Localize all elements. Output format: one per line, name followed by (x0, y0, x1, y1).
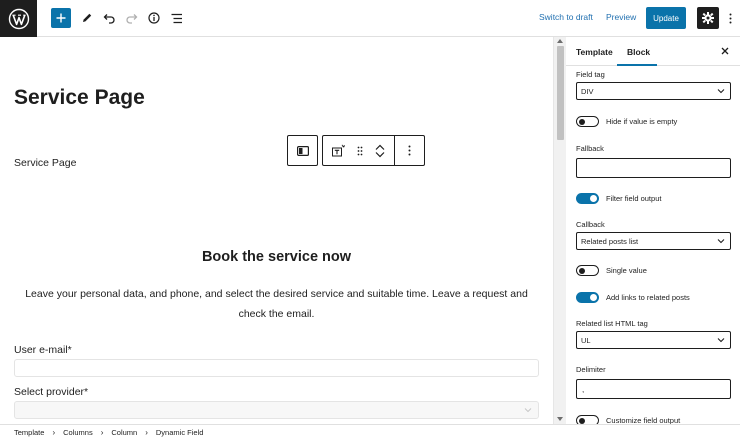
single-value-label: Single value (606, 266, 647, 275)
html-tag-value: UL (581, 335, 591, 345)
plus-icon (56, 13, 66, 23)
tab-template[interactable]: Template (576, 47, 613, 57)
delimiter-input[interactable]: , (576, 379, 731, 399)
block-type-button[interactable] (323, 136, 353, 165)
provider-label: Select provider* (14, 386, 89, 398)
chevron-down-icon (717, 338, 725, 343)
callback-select[interactable]: Related posts list (576, 232, 731, 250)
chevron-right-icon: › (52, 427, 56, 437)
scroll-down-arrow[interactable] (557, 417, 563, 421)
callback-label: Callback (576, 220, 605, 229)
fallback-label: Fallback (576, 144, 604, 153)
scroll-up-arrow[interactable] (557, 39, 563, 43)
active-tab-indicator (617, 64, 657, 66)
field-tag-value: DIV (581, 86, 594, 96)
chevron-right-icon: › (145, 427, 148, 437)
callback-value: Related posts list (581, 236, 639, 246)
preview-link[interactable]: Preview (606, 12, 636, 22)
canvas-scrollbar[interactable] (553, 37, 566, 424)
dynamic-field-block[interactable]: Service Page (14, 157, 76, 169)
block-toolbar (322, 135, 425, 166)
email-field[interactable] (14, 359, 539, 377)
chevron-up-icon[interactable] (375, 144, 385, 151)
html-tag-select[interactable]: UL (576, 331, 731, 349)
tab-block[interactable]: Block (627, 47, 650, 57)
chevron-down-icon[interactable] (375, 151, 385, 158)
dynamic-field-icon (331, 144, 345, 156)
drag-handle-icon (357, 146, 363, 155)
add-links-toggle[interactable] (576, 292, 599, 303)
info-icon (148, 12, 160, 24)
columns-icon (296, 145, 309, 156)
undo-icon (103, 14, 115, 24)
options-button[interactable] (724, 7, 736, 29)
redo-icon (125, 14, 137, 24)
single-value-toggle[interactable] (576, 265, 599, 276)
more-vertical-icon (408, 145, 411, 156)
provider-select[interactable] (14, 401, 539, 419)
booking-heading[interactable]: Book the service now (0, 249, 553, 265)
fallback-input[interactable] (576, 158, 731, 178)
email-label: User e-mail* (14, 344, 72, 356)
undo-button[interactable] (99, 7, 119, 29)
settings-button[interactable] (697, 7, 719, 29)
block-options-button[interactable] (395, 136, 424, 165)
sidebar-tabs: Template Block (566, 37, 740, 66)
list-view-icon (171, 13, 182, 23)
breadcrumb-item-columns[interactable]: Columns (63, 428, 93, 437)
field-tag-label: Field tag (576, 70, 605, 79)
add-block-button[interactable] (51, 8, 71, 28)
pencil-icon (83, 13, 92, 22)
hide-if-empty-toggle[interactable] (576, 116, 599, 127)
chevron-right-icon: › (100, 427, 104, 437)
html-tag-label: Related list HTML tag (576, 319, 648, 328)
breadcrumb-item-template[interactable]: Template (14, 428, 44, 437)
switch-to-draft-link[interactable]: Switch to draft (539, 12, 593, 22)
tools-button[interactable] (77, 7, 97, 29)
filter-output-toggle[interactable] (576, 193, 599, 204)
settings-sidebar: Template Block Field tag DIV Hide if val… (566, 37, 740, 424)
editor-canvas: Service Page Service Page Book the servi… (0, 37, 553, 424)
booking-description[interactable]: Leave your personal data, and phone, and… (14, 285, 539, 324)
hide-if-empty-label: Hide if value is empty (606, 117, 678, 126)
drag-handle[interactable] (353, 136, 367, 165)
chevron-down-icon (717, 239, 725, 244)
update-button[interactable]: Update (646, 7, 686, 29)
close-sidebar-button[interactable] (718, 44, 732, 58)
details-button[interactable] (144, 7, 164, 29)
more-vertical-icon (729, 13, 731, 23)
breadcrumb-item-dynamic-field[interactable]: Dynamic Field (156, 428, 204, 437)
chevron-down-icon (717, 89, 725, 94)
wordpress-logo[interactable] (0, 0, 37, 37)
move-buttons[interactable] (367, 136, 395, 165)
breadcrumb-item-column[interactable]: Column (111, 428, 137, 437)
field-tag-select[interactable]: DIV (576, 82, 731, 100)
customize-output-toggle[interactable] (576, 415, 599, 424)
page-title[interactable]: Service Page (14, 86, 145, 110)
top-toolbar: Switch to draft Preview Update (0, 0, 740, 37)
editor-app: Switch to draft Preview Update Service P… (0, 0, 740, 439)
block-parent-selector[interactable] (287, 135, 318, 166)
scrollbar-thumb[interactable] (557, 46, 564, 140)
delimiter-label: Delimiter (576, 365, 606, 374)
gear-icon (702, 12, 714, 24)
filter-output-label: Filter field output (606, 194, 662, 203)
add-links-label: Add links to related posts (606, 293, 690, 302)
redo-button[interactable] (121, 7, 141, 29)
list-view-button[interactable] (167, 7, 187, 29)
chevron-down-icon (524, 408, 532, 413)
customize-output-label: Customize field output (606, 416, 681, 424)
close-icon (721, 47, 729, 55)
breadcrumb: Template › Columns › Column › Dynamic Fi… (0, 424, 740, 439)
